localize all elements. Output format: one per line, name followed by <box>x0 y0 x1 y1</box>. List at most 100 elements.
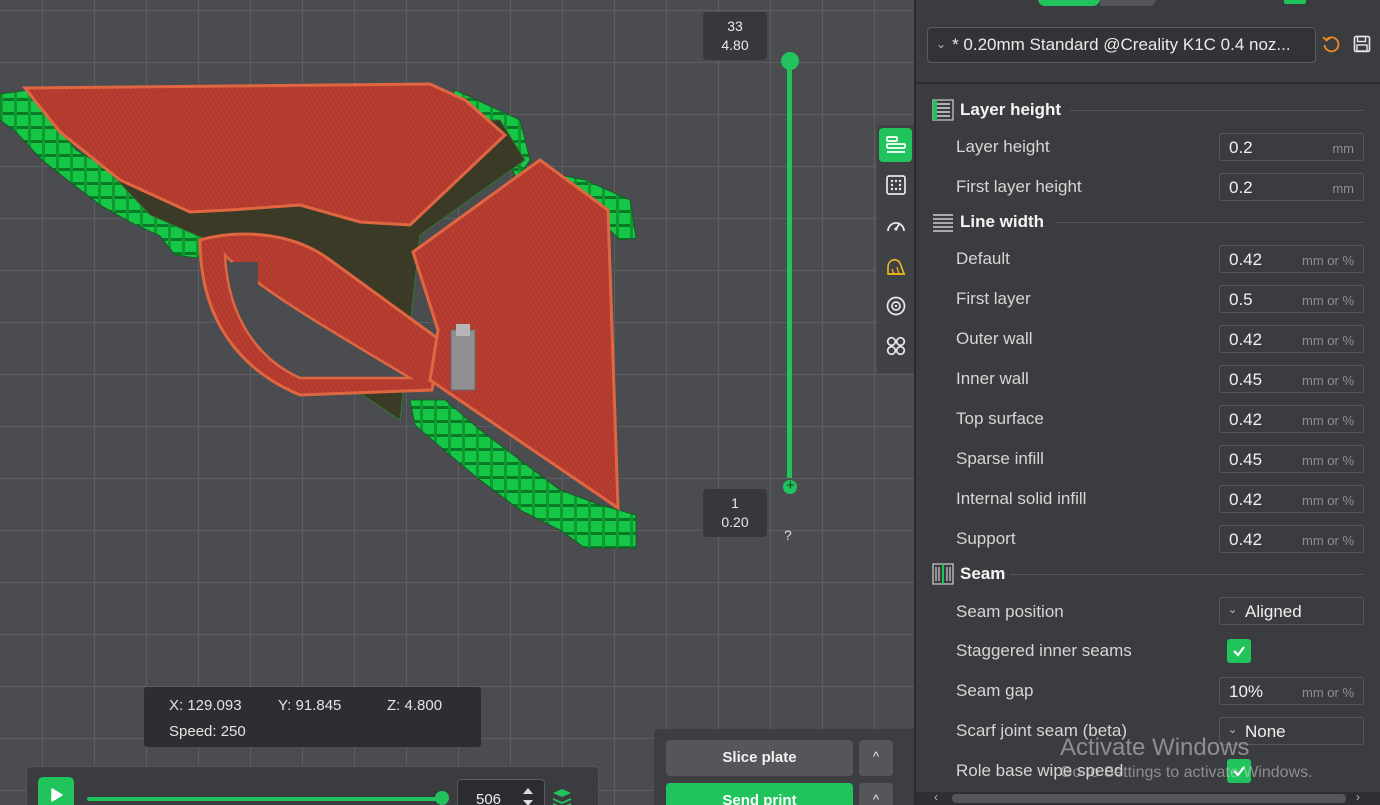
input-value: 0.42 <box>1229 330 1263 349</box>
internal-solid-infill-line-width-input[interactable]: 0.42 mm or % <box>1219 485 1364 513</box>
top-layer-height: 4.80 <box>721 37 749 53</box>
preview-viewport[interactable]: 33 4.80 1 0.20 ? X: 129.093 Y: 91.845 <box>0 0 914 805</box>
input-unit: mm or % <box>1302 333 1354 348</box>
setting-label: Outer wall <box>956 329 1033 348</box>
line-width-icon <box>933 214 953 232</box>
sliced-model-preview <box>0 82 637 549</box>
top-layer-number: 33 <box>727 18 743 34</box>
setting-label: Inner wall <box>956 369 1029 388</box>
global-mode-toggle[interactable] <box>1038 0 1100 6</box>
readout-speed: Speed: 250 <box>169 723 246 740</box>
section-title: Line width <box>960 212 1045 231</box>
section-line-width: Line width <box>932 210 1044 234</box>
layer-slider-bottom-handle[interactable] <box>781 477 799 496</box>
settings-list[interactable]: Layer height Layer height 0.2 mm First la… <box>918 86 1366 792</box>
input-value: 0.45 <box>1229 370 1263 389</box>
setting-label: Seam gap <box>956 681 1034 700</box>
menu-dots-icon[interactable] <box>930 0 952 7</box>
advanced-toggle[interactable] <box>1284 0 1306 4</box>
position-readout: X: 129.093 Y: 91.845 Z: 4.800 Speed: 250 <box>144 687 481 747</box>
send-options-button[interactable]: ^ <box>859 783 893 805</box>
section-divider <box>1010 574 1364 575</box>
horizontal-scrollbar[interactable]: ‹ › <box>916 790 1380 805</box>
windows-activation-watermark: Activate Windows Go to Settings to activ… <box>1060 734 1313 782</box>
input-value: 0.42 <box>1229 530 1263 549</box>
move-playback-bar: 506 <box>26 766 599 805</box>
setting-label: Internal solid infill <box>956 489 1087 508</box>
other-icon[interactable] <box>879 329 912 363</box>
outer-wall-line-width-input[interactable]: 0.42 mm or % <box>1219 325 1364 353</box>
section-divider <box>1056 222 1364 223</box>
supports-icon[interactable] <box>879 168 912 202</box>
watermark-subtitle: Go to Settings to activate Windows. <box>1060 764 1313 781</box>
scroll-right-icon[interactable]: › <box>1356 790 1360 804</box>
process-preset-select[interactable]: ⌄ * 0.20mm Standard @Creality K1C 0.4 noz… <box>927 27 1316 63</box>
input-unit: mm or % <box>1302 453 1354 468</box>
speed-icon[interactable] <box>879 209 912 243</box>
seam-icon[interactable] <box>879 249 912 283</box>
objects-mode-toggle[interactable] <box>1100 0 1156 6</box>
scrollbar-thumb[interactable] <box>952 794 1346 803</box>
input-value: 0.2 <box>1229 138 1253 157</box>
readout-x: X: 129.093 <box>169 697 242 714</box>
input-value: 0.42 <box>1229 490 1263 509</box>
move-slider-track[interactable] <box>87 797 442 801</box>
section-title: Seam <box>960 564 1006 583</box>
readout-y: Y: 91.845 <box>278 697 342 714</box>
default-line-width-input[interactable]: 0.42 mm or % <box>1219 245 1364 273</box>
first-layer-height-input[interactable]: 0.2 mm <box>1219 173 1364 201</box>
layer-slider-track[interactable] <box>787 62 792 487</box>
setting-label: Layer height <box>956 137 1050 156</box>
layer-slider-top-handle[interactable] <box>781 52 799 70</box>
save-icon[interactable] <box>1353 35 1371 58</box>
move-index-value: 506 <box>476 791 502 805</box>
chevron-down-icon: ⌄ <box>1228 604 1238 616</box>
scroll-left-icon[interactable]: ‹ <box>934 790 938 804</box>
revert-icon[interactable] <box>1321 34 1341 59</box>
setting-label: Seam position <box>956 602 1064 621</box>
play-button[interactable] <box>38 777 74 805</box>
top-surface-line-width-input[interactable]: 0.42 mm or % <box>1219 405 1364 433</box>
input-value: 0.2 <box>1229 178 1253 197</box>
seam-gap-input[interactable]: 10% mm or % <box>1219 677 1364 705</box>
bottom-layer-number: 1 <box>731 495 739 511</box>
slice-plate-button[interactable]: Slice plate <box>666 740 853 776</box>
settings-side-toolbar <box>877 125 914 373</box>
input-unit: mm <box>1332 141 1354 156</box>
sparse-infill-line-width-input[interactable]: 0.45 mm or % <box>1219 445 1364 473</box>
preset-name: * 0.20mm Standard @Creality K1C 0.4 noz.… <box>952 35 1291 54</box>
staggered-inner-seams-checkbox[interactable] <box>1227 639 1251 663</box>
section-divider <box>1070 110 1364 111</box>
check-icon <box>1233 646 1245 657</box>
bottom-layer-label: 1 0.20 <box>703 489 767 537</box>
input-unit: mm or % <box>1302 685 1354 700</box>
first-layer-line-width-input[interactable]: 0.5 mm or % <box>1219 285 1364 313</box>
input-value: 10% <box>1229 682 1264 701</box>
move-stepper-icon[interactable] <box>521 786 535 805</box>
filament-icon[interactable] <box>879 289 912 323</box>
slider-help-icon[interactable]: ? <box>784 527 792 543</box>
inner-wall-line-width-input[interactable]: 0.45 mm or % <box>1219 365 1364 393</box>
setting-label: Sparse infill <box>956 449 1044 468</box>
seam-position-select[interactable]: ⌄ Aligned <box>1219 597 1364 625</box>
input-unit: mm or % <box>1302 253 1354 268</box>
input-unit: mm or % <box>1302 533 1354 548</box>
support-line-width-input[interactable]: 0.42 mm or % <box>1219 525 1364 553</box>
layer-height-input[interactable]: 0.2 mm <box>1219 133 1364 161</box>
input-unit: mm or % <box>1302 293 1354 308</box>
watermark-title: Activate Windows <box>1060 734 1250 761</box>
top-layer-label: 33 4.80 <box>703 12 767 60</box>
select-value: Aligned <box>1245 602 1302 621</box>
layers-icon[interactable] <box>879 128 912 162</box>
bottom-layer-height: 0.20 <box>721 514 749 530</box>
setting-label: First layer height <box>956 177 1082 196</box>
section-title: Layer height <box>960 100 1062 119</box>
layer-stack-icon[interactable] <box>551 787 573 805</box>
move-slider-handle[interactable] <box>435 791 449 805</box>
slice-options-button[interactable]: ^ <box>859 740 893 776</box>
setting-label: Staggered inner seams <box>956 641 1132 660</box>
input-value: 0.42 <box>1229 410 1263 429</box>
input-value: 0.45 <box>1229 450 1263 469</box>
seam-section-icon <box>932 563 954 585</box>
send-print-button[interactable]: Send print <box>666 783 853 805</box>
